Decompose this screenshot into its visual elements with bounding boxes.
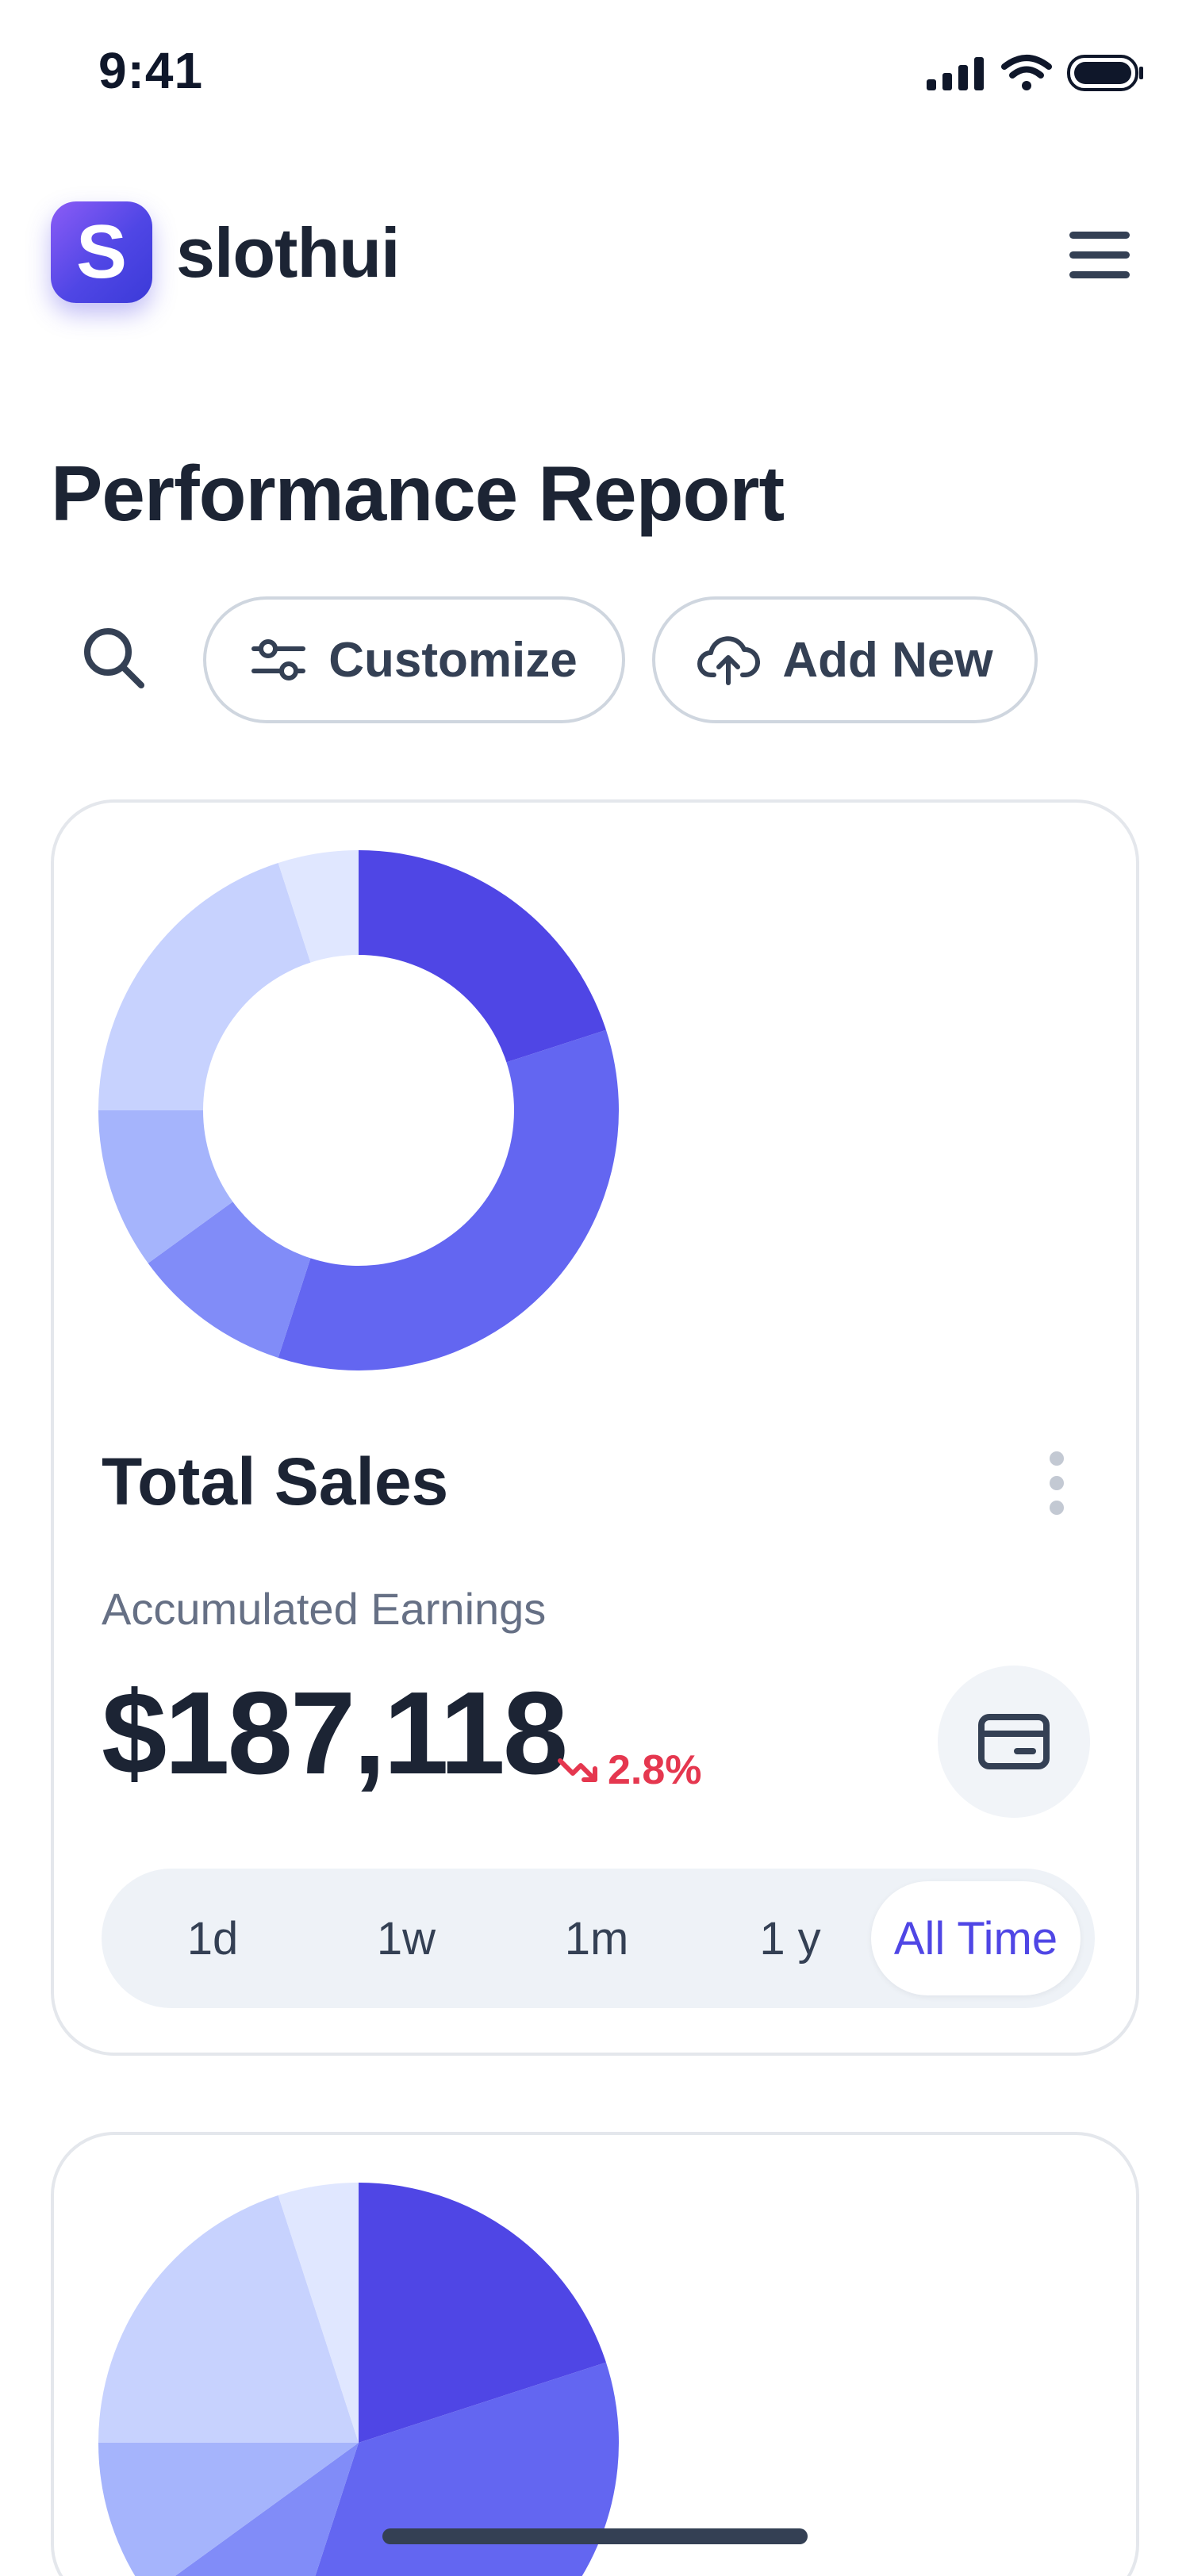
range-1w[interactable]: 1w <box>327 1881 486 1995</box>
donut-chart <box>98 850 620 1370</box>
customize-button[interactable]: Customize <box>203 596 625 723</box>
range-all-time[interactable]: All Time <box>871 1881 1081 1995</box>
range-1y[interactable]: 1 y <box>711 1881 869 1995</box>
battery-icon <box>1067 55 1143 91</box>
sales-change-value: 2.8% <box>608 1747 702 1793</box>
brand-logo[interactable]: S <box>51 201 152 303</box>
pie-slice-2 <box>278 1029 620 1370</box>
sales-amount: $187,118 <box>102 1668 568 1799</box>
menu-button[interactable] <box>1060 219 1139 290</box>
hamburger-icon-bar <box>1069 251 1130 259</box>
brand-name: slothui <box>176 213 400 292</box>
more-dot <box>1050 1451 1064 1466</box>
range-1d[interactable]: 1d <box>133 1881 292 1995</box>
range-1m[interactable]: 1m <box>517 1881 676 1995</box>
sliders-icon <box>251 639 306 680</box>
add-new-button[interactable]: Add New <box>652 596 1038 723</box>
sales-change: 2.8% <box>557 1746 702 1794</box>
card-subtitle: Accumulated Earnings <box>102 1584 547 1634</box>
status-bar: 9:41 <box>0 0 1190 140</box>
customize-label: Customize <box>328 632 578 688</box>
donut-chart-svg <box>98 850 620 1370</box>
more-options-button[interactable] <box>1041 1451 1073 1515</box>
page-title: Performance Report <box>51 450 785 537</box>
more-dot <box>1050 1501 1064 1515</box>
status-time: 9:41 <box>98 42 204 99</box>
wallet-button[interactable] <box>938 1666 1090 1818</box>
pie-chart-card <box>51 2132 1139 2576</box>
add-new-label: Add New <box>782 632 993 688</box>
more-dot <box>1050 1476 1064 1490</box>
card-title: Total Sales <box>102 1444 449 1519</box>
wifi-icon <box>1001 55 1052 90</box>
total-sales-card: Total Sales Accumulated Earnings $187,11… <box>51 799 1139 2056</box>
hamburger-icon-bar <box>1069 270 1130 278</box>
status-icons <box>927 49 1146 97</box>
app-header: S slothui <box>51 201 1139 308</box>
pie-chart-svg <box>98 2183 619 2576</box>
trend-down-icon <box>558 1758 597 1782</box>
search-icon <box>84 628 144 688</box>
credit-card-icon <box>978 1714 1050 1769</box>
search-button[interactable] <box>76 620 152 696</box>
pie-slice-5 <box>98 863 311 1110</box>
home-indicator <box>382 2528 808 2544</box>
cloud-upload-icon <box>697 636 761 685</box>
time-range-selector: 1d 1w 1m 1 y All Time <box>102 1869 1095 2008</box>
pie-slice-1 <box>359 850 606 1063</box>
hamburger-icon-bar <box>1069 231 1130 239</box>
pie-chart <box>98 2183 619 2576</box>
brand-logo-letter: S <box>75 209 128 294</box>
signal-icon <box>927 57 984 90</box>
